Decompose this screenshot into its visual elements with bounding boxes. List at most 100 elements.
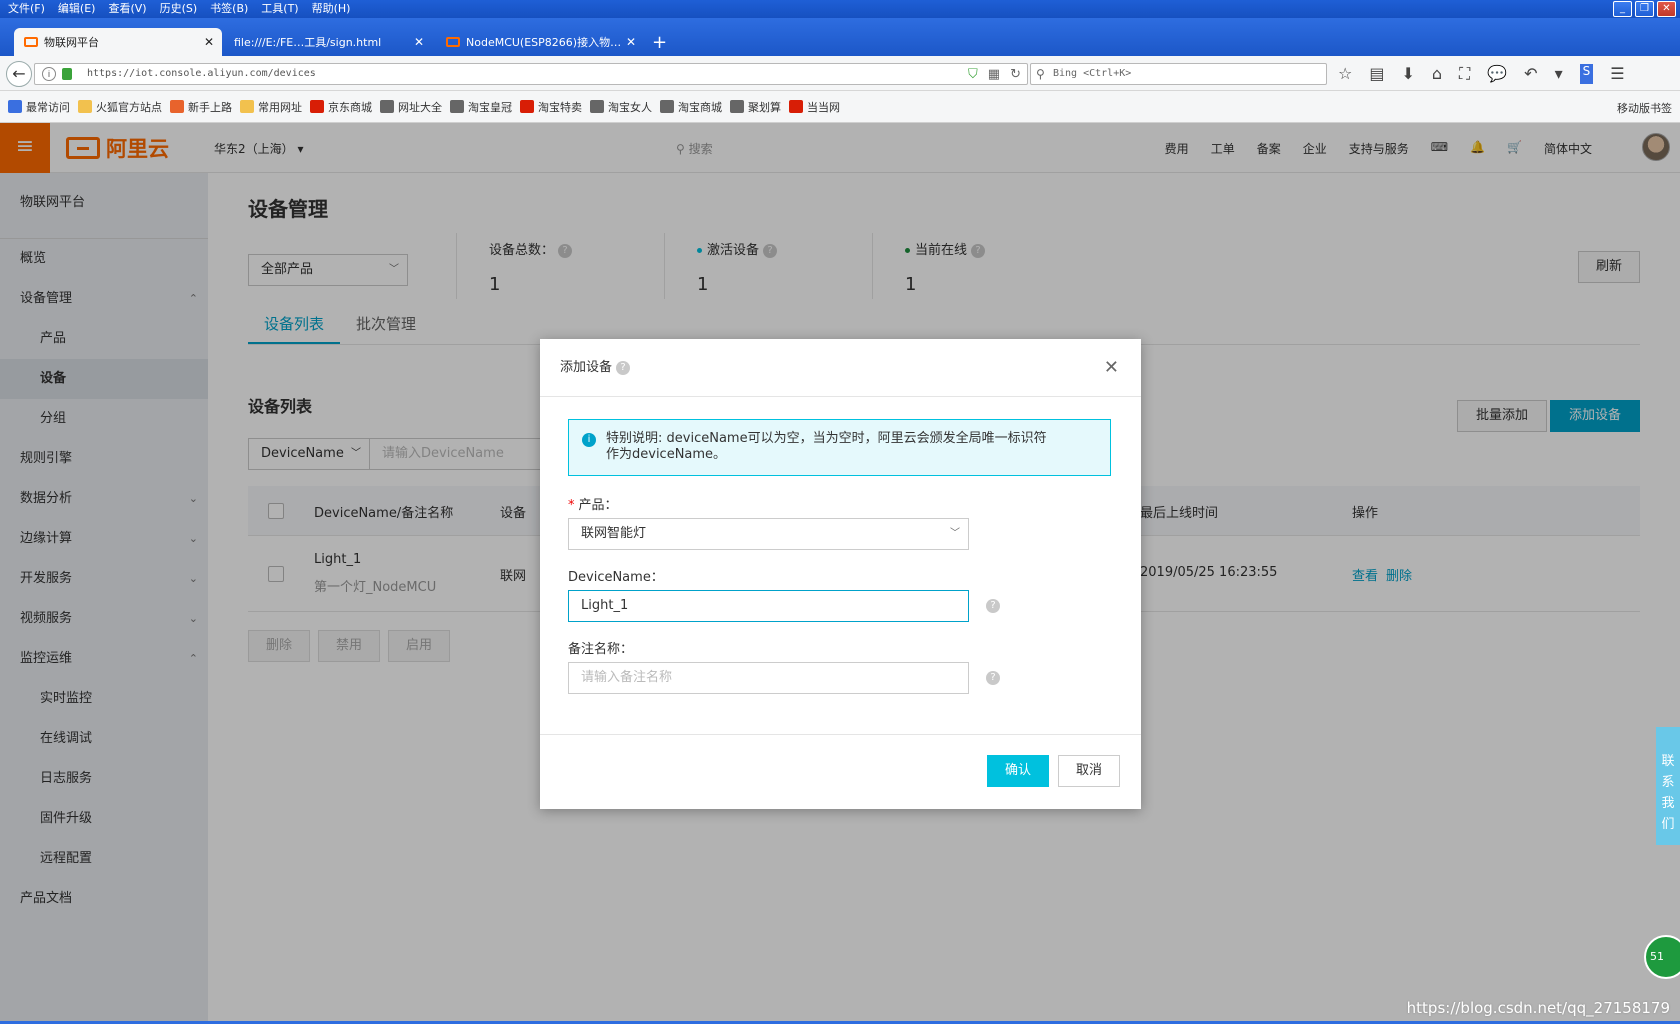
menu-item[interactable]: 书签(B) bbox=[210, 0, 248, 18]
search-placeholder: Bing <Ctrl+K> bbox=[1053, 68, 1132, 79]
bookmark-item[interactable]: 淘宝女人 bbox=[590, 99, 652, 115]
menu-item[interactable]: 查看(V) bbox=[108, 0, 146, 18]
bookmark-item[interactable]: 聚划算 bbox=[730, 99, 781, 115]
restore-button[interactable]: ❐ bbox=[1635, 1, 1654, 17]
chat-icon[interactable]: 💬 bbox=[1487, 64, 1507, 84]
contact-us-text: 联系我们 bbox=[1656, 751, 1680, 835]
mobile-bookmarks[interactable]: 移动版书签 bbox=[1617, 100, 1672, 116]
download-icon[interactable]: ⬇ bbox=[1401, 64, 1414, 84]
dialog-header: 添加设备? ✕ bbox=[540, 339, 1141, 397]
add-device-dialog: 添加设备? ✕ i 特别说明: deviceName可以为空，当为空时，阿里云会… bbox=[540, 339, 1141, 809]
bookmarks-bar: 最常访问 火狐官方站点 新手上路 常用网址 京东商城 网址大全 淘宝皇冠 淘宝特卖 淘宝女人 淘宝… bbox=[0, 91, 1680, 123]
contact-us-tab[interactable]: 联系我们 bbox=[1656, 727, 1680, 845]
window-close-button[interactable]: ✕ bbox=[1657, 1, 1676, 17]
menu-item[interactable]: 编辑(E) bbox=[58, 0, 96, 18]
devicename-label: DeviceName： bbox=[568, 570, 664, 585]
bookmark-label: 淘宝女人 bbox=[608, 100, 652, 114]
help-icon[interactable]: ? bbox=[986, 599, 1000, 613]
bookmark-item[interactable]: 淘宝特卖 bbox=[520, 99, 582, 115]
tab-label: NodeMCU(ESP8266)接入物… bbox=[466, 36, 622, 49]
close-icon[interactable]: ✕ bbox=[1104, 339, 1119, 397]
bookmark-item[interactable]: 网址大全 bbox=[380, 99, 442, 115]
product-select-value: 联网智能灯 bbox=[581, 526, 647, 541]
bookmark-icon bbox=[8, 100, 22, 113]
reload-icon[interactable]: ↻ bbox=[1010, 65, 1021, 85]
bookmark-label: 京东商城 bbox=[328, 100, 372, 114]
new-tab-button[interactable]: + bbox=[652, 32, 667, 53]
bookmark-item[interactable]: 新手上路 bbox=[170, 99, 232, 115]
bookmark-item[interactable]: 淘宝商城 bbox=[660, 99, 722, 115]
bookmark-item[interactable]: 常用网址 bbox=[240, 99, 302, 115]
bookmark-icon bbox=[170, 100, 184, 113]
bookmark-item[interactable]: 最常访问 bbox=[8, 99, 70, 115]
dialog-title: 添加设备 bbox=[560, 360, 613, 375]
menu-item[interactable]: 文件(F) bbox=[8, 0, 45, 18]
shield-icon[interactable]: ⛉ bbox=[968, 65, 978, 85]
bookmark-item[interactable]: 京东商城 bbox=[310, 99, 372, 115]
bookmark-label: 淘宝商城 bbox=[678, 100, 722, 114]
url-bar[interactable]: i https://iot.console.aliyun.com/devices… bbox=[34, 63, 1028, 85]
help-icon[interactable]: ? bbox=[616, 360, 631, 375]
tab-close-icon[interactable]: ✕ bbox=[414, 35, 424, 49]
menu-item[interactable]: 帮助(H) bbox=[312, 0, 351, 18]
bookmark-label: 常用网址 bbox=[258, 100, 302, 114]
contact-us-char: 联 bbox=[1661, 754, 1675, 769]
cancel-button[interactable]: 取消 bbox=[1058, 755, 1120, 787]
home-icon[interactable]: ⌂ bbox=[1432, 64, 1442, 84]
product-select[interactable]: 联网智能灯 ﹀ bbox=[568, 518, 969, 550]
bookmark-icon bbox=[78, 100, 92, 113]
floating-badge[interactable]: 51 bbox=[1644, 935, 1680, 979]
bookmark-star-icon[interactable]: ☆ bbox=[1338, 64, 1352, 84]
product-label-text: 产品： bbox=[578, 498, 618, 513]
bookmark-label: 聚划算 bbox=[748, 100, 781, 114]
bookmark-label: 最常访问 bbox=[26, 100, 70, 114]
bookmark-label: 淘宝特卖 bbox=[538, 100, 582, 114]
info-icon[interactable]: i bbox=[42, 67, 56, 81]
aliyun-favicon-icon bbox=[24, 37, 38, 47]
console-app: ≡ 阿里云 华东2（上海） ▾ ⚲ 搜索 费用 工单 备案 企业 支持与服务 ⌨… bbox=[0, 123, 1680, 1024]
tab-iot-platform[interactable]: 物联网平台 ✕ bbox=[14, 28, 222, 56]
devicename-input[interactable]: Light_1 bbox=[568, 590, 969, 622]
tab-label: 物联网平台 bbox=[44, 36, 99, 49]
bookmark-icon bbox=[660, 100, 674, 113]
browser-search-input[interactable]: ⚲ Bing <Ctrl+K> bbox=[1030, 63, 1327, 85]
bookmark-icon bbox=[240, 100, 254, 113]
confirm-button[interactable]: 确认 bbox=[987, 755, 1049, 787]
contact-us-char: 系 bbox=[1661, 775, 1675, 790]
menu-item[interactable]: 历史(S) bbox=[160, 0, 198, 18]
note-input[interactable]: 请输入备注名称 bbox=[568, 662, 969, 694]
tab-nodemcu[interactable]: NodeMCU(ESP8266)接入物… ✕ bbox=[436, 28, 644, 56]
reading-list-icon[interactable]: ▤ bbox=[1369, 64, 1384, 84]
menu-item[interactable]: 工具(T) bbox=[261, 0, 298, 18]
bookmark-icon bbox=[450, 100, 464, 113]
minimize-button[interactable]: _ bbox=[1613, 1, 1632, 17]
hamburger-menu-icon[interactable]: ☰ bbox=[1610, 64, 1624, 84]
bookmark-icon bbox=[310, 100, 324, 113]
bookmark-label: 淘宝皇冠 bbox=[468, 100, 512, 114]
bookmark-icon bbox=[380, 100, 394, 113]
tab-sign-html[interactable]: file:///E:/FE…工具/sign.html ✕ bbox=[224, 28, 432, 56]
contact-us-char: 们 bbox=[1661, 817, 1675, 832]
browser-menubar: 文件(F) 编辑(E) 查看(V) 历史(S) 书签(B) 工具(T) 帮助(H) _ ❐ … bbox=[0, 0, 1680, 18]
help-icon[interactable]: ? bbox=[986, 671, 1000, 685]
screenshot-icon[interactable]: ⛶ bbox=[1459, 64, 1470, 84]
urlbar-actions: ⛉ ▦ ↻ bbox=[968, 65, 1021, 85]
bookmark-item[interactable]: 当当网 bbox=[789, 99, 840, 115]
contact-us-char: 我 bbox=[1661, 796, 1675, 811]
bookmark-label: 网址大全 bbox=[398, 100, 442, 114]
bookmark-label: 新手上路 bbox=[188, 100, 232, 114]
qrcode-icon[interactable]: ▦ bbox=[988, 65, 1000, 85]
bookmark-label: 当当网 bbox=[807, 100, 840, 114]
dropdown-icon[interactable]: ▾ bbox=[1555, 64, 1563, 84]
undo-icon[interactable]: ↶ bbox=[1524, 64, 1537, 84]
bookmark-item[interactable]: 火狐官方站点 bbox=[78, 99, 162, 115]
tab-close-icon[interactable]: ✕ bbox=[204, 35, 214, 49]
browser-tabbar: 物联网平台 ✕ file:///E:/FE…工具/sign.html ✕ Nod… bbox=[0, 18, 1680, 56]
bookmark-item[interactable]: 淘宝皇冠 bbox=[450, 99, 512, 115]
bookmark-icon bbox=[730, 100, 744, 113]
back-button[interactable]: ← bbox=[6, 61, 32, 87]
url-text: https://iot.console.aliyun.com/devices bbox=[87, 68, 316, 79]
chevron-down-icon: ﹀ bbox=[950, 528, 960, 539]
tab-close-icon[interactable]: ✕ bbox=[626, 35, 636, 49]
extension-s-icon[interactable]: S bbox=[1579, 64, 1594, 84]
